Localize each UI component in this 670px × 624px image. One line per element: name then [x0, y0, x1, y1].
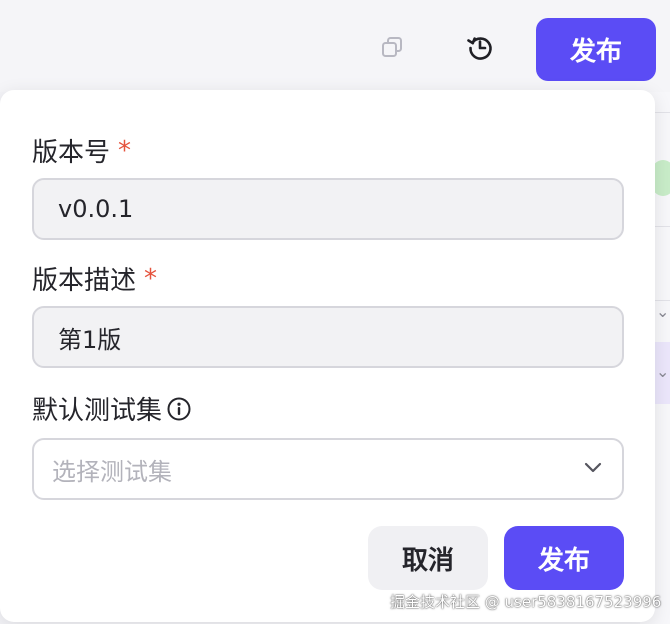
test-set-label-text: 默认测试集 — [32, 396, 163, 426]
chevron-down-icon: ⌄ — [656, 362, 670, 381]
chevron-down-icon: ⌄ — [656, 302, 670, 321]
test-set-label: 默认测试集 — [32, 390, 192, 427]
test-set-select[interactable]: 选择测试集 — [32, 438, 624, 500]
version-input[interactable] — [32, 178, 624, 240]
cancel-button[interactable]: 取消 — [368, 526, 488, 590]
description-input[interactable] — [32, 306, 624, 368]
publish-popover: 版本号 * 版本描述 * 默认测试集 选择测试集 — [0, 90, 655, 622]
version-label-text: 版本号 — [32, 138, 111, 168]
top-toolbar: 发布 — [0, 0, 670, 92]
required-mark: * — [144, 263, 158, 294]
description-label: 版本描述 * — [32, 260, 157, 297]
test-set-placeholder: 选择测试集 — [52, 457, 172, 486]
version-label: 版本号 * — [32, 132, 131, 169]
required-mark: * — [118, 135, 132, 166]
watermark: 掘金技术社区 @ user5838167523996 — [390, 593, 662, 611]
publish-top-button[interactable]: 发布 — [536, 18, 656, 81]
info-icon[interactable] — [166, 396, 192, 422]
copy-icon — [380, 35, 404, 63]
description-label-text: 版本描述 — [32, 266, 137, 296]
chevron-down-icon — [582, 456, 604, 482]
publish-button[interactable]: 发布 — [504, 526, 624, 590]
history-icon — [466, 33, 494, 65]
page: 发布 ⌄ ⌄ 版本号 * 版本描述 * 默认测试集 — [0, 0, 670, 624]
copy-button[interactable] — [372, 29, 412, 69]
history-button[interactable] — [460, 29, 500, 69]
